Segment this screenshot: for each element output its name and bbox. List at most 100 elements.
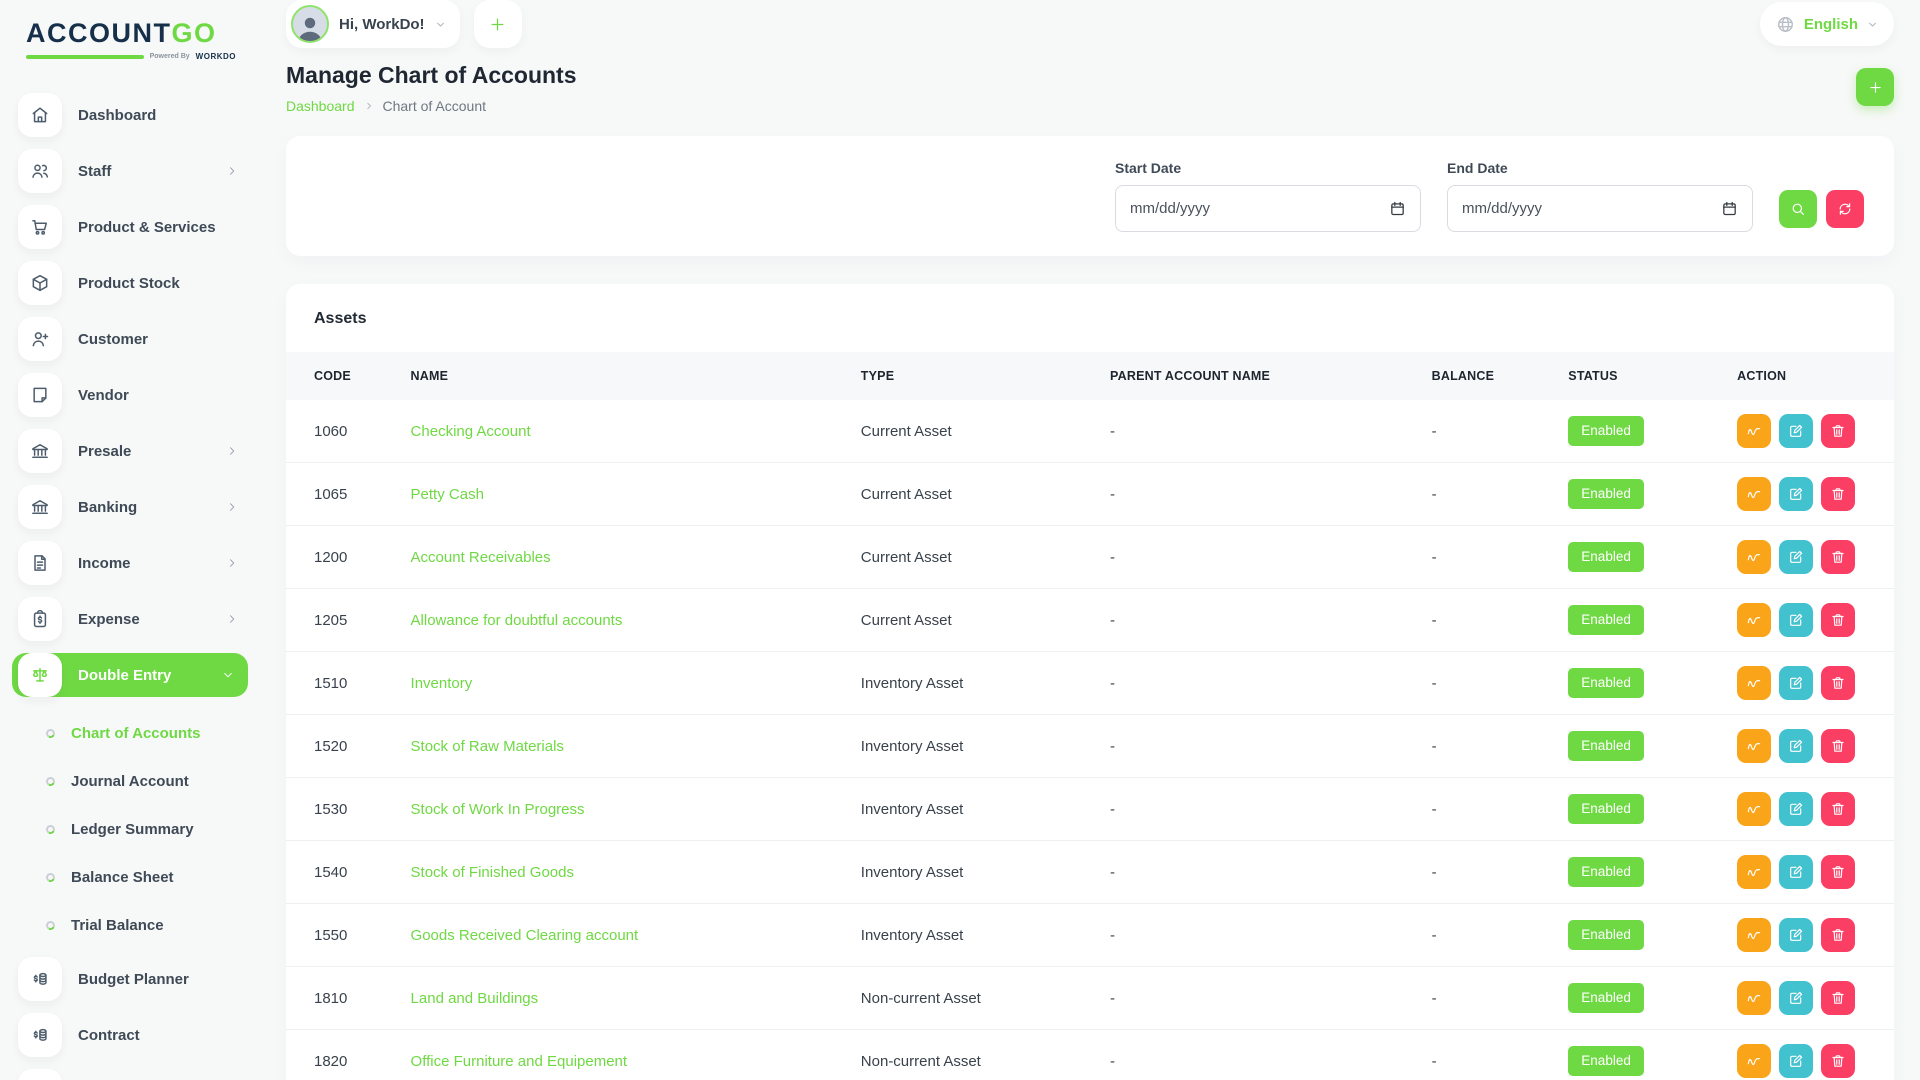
edit-button[interactable]: [1779, 981, 1813, 1015]
edit-button[interactable]: [1779, 918, 1813, 952]
transactions-button[interactable]: [1737, 1044, 1771, 1078]
transactions-button[interactable]: [1737, 540, 1771, 574]
section-title: Assets: [286, 310, 1894, 328]
delete-button[interactable]: [1821, 540, 1855, 574]
account-name-link[interactable]: Inventory: [411, 675, 473, 692]
sidebar-item-product-services[interactable]: Product & Services: [12, 205, 248, 249]
sidebar-item-vendor[interactable]: Vendor: [12, 373, 248, 417]
user-menu[interactable]: Hi, WorkDo!: [286, 0, 460, 48]
transactions-button[interactable]: [1737, 603, 1771, 637]
account-name-link[interactable]: Checking Account: [411, 423, 531, 440]
language-selector[interactable]: English: [1760, 2, 1894, 46]
sidebar-item-product-stock[interactable]: Product Stock: [12, 261, 248, 305]
account-name-link[interactable]: Account Receivables: [411, 549, 551, 566]
end-date-label: End Date: [1447, 160, 1753, 176]
quick-add-button[interactable]: [474, 0, 522, 48]
edit-button[interactable]: [1779, 855, 1813, 889]
edit-button[interactable]: [1779, 603, 1813, 637]
transactions-button[interactable]: [1737, 477, 1771, 511]
sidebar-subitem-label: Journal Account: [71, 773, 189, 790]
delete-button[interactable]: [1821, 603, 1855, 637]
row-actions: [1737, 855, 1882, 889]
sidebar-item-dashboard[interactable]: Dashboard: [12, 93, 248, 137]
row-actions: [1737, 918, 1882, 952]
sidebar-item-budget-planner[interactable]: Budget Planner: [12, 957, 248, 1001]
account-name-link[interactable]: Stock of Finished Goods: [411, 864, 574, 881]
calendar-icon[interactable]: [1389, 200, 1406, 217]
account-name-link[interactable]: Allowance for doubtful accounts: [411, 612, 623, 629]
delete-button[interactable]: [1821, 414, 1855, 448]
breadcrumb-dashboard-link[interactable]: Dashboard: [286, 98, 355, 114]
transactions-button[interactable]: [1737, 666, 1771, 700]
cell-code: 1205: [286, 589, 399, 652]
sidebar-subitem-chart-of-accounts[interactable]: Chart of Accounts: [12, 709, 248, 757]
edit-icon: [1788, 1053, 1804, 1069]
sidebar-item-tile: [18, 957, 62, 1001]
start-date-input[interactable]: mm/dd/yyyy: [1115, 185, 1421, 232]
sidebar-subitem-trial-balance[interactable]: Trial Balance: [12, 901, 248, 949]
edit-button[interactable]: [1779, 666, 1813, 700]
account-name-link[interactable]: Stock of Work In Progress: [411, 801, 585, 818]
brand-logo[interactable]: ACCOUNTGO Powered By WORKDO: [0, 14, 260, 61]
status-badge: Enabled: [1568, 731, 1644, 761]
filter-card: Start Date mm/dd/yyyy End Date mm/dd/yyy…: [286, 136, 1894, 256]
reset-button[interactable]: [1826, 190, 1864, 228]
powered-brand-label: WORKDO: [196, 52, 236, 61]
sidebar-item-partial: [12, 1069, 248, 1080]
edit-button[interactable]: [1779, 414, 1813, 448]
wave-icon: [1746, 801, 1762, 817]
account-name-link[interactable]: Petty Cash: [411, 486, 484, 503]
edit-button[interactable]: [1779, 477, 1813, 511]
account-name-link[interactable]: Stock of Raw Materials: [411, 738, 564, 755]
edit-button[interactable]: [1779, 792, 1813, 826]
wave-icon: [1746, 612, 1762, 628]
globe-icon: [1776, 15, 1795, 34]
edit-icon: [1788, 549, 1804, 565]
delete-button[interactable]: [1821, 729, 1855, 763]
sidebar-item-income[interactable]: Income: [12, 541, 248, 585]
sidebar-subitem-ledger-summary[interactable]: Ledger Summary: [12, 805, 248, 853]
sidebar-item-presale[interactable]: Presale: [12, 429, 248, 473]
account-name-link[interactable]: Goods Received Clearing account: [411, 927, 639, 944]
sidebar-item-customer[interactable]: Customer: [12, 317, 248, 361]
delete-button[interactable]: [1821, 855, 1855, 889]
wave-icon: [1746, 423, 1762, 439]
delete-button[interactable]: [1821, 918, 1855, 952]
transactions-button[interactable]: [1737, 729, 1771, 763]
row-actions: [1737, 414, 1882, 448]
page-title: Manage Chart of Accounts: [286, 62, 577, 89]
language-label: English: [1804, 16, 1858, 33]
sidebar-subitem-journal-account[interactable]: Journal Account: [12, 757, 248, 805]
transactions-button[interactable]: [1737, 414, 1771, 448]
sidebar-item-banking[interactable]: Banking: [12, 485, 248, 529]
sidebar-item-contract[interactable]: Contract: [12, 1013, 248, 1057]
transactions-button[interactable]: [1737, 855, 1771, 889]
delete-button[interactable]: [1821, 792, 1855, 826]
sidebar-item-label: Income: [78, 555, 131, 572]
sidebar-item-expense[interactable]: Expense: [12, 597, 248, 641]
account-name-link[interactable]: Office Furniture and Equipement: [411, 1053, 628, 1070]
sidebar-subitem-balance-sheet[interactable]: Balance Sheet: [12, 853, 248, 901]
add-account-button[interactable]: [1856, 68, 1894, 106]
transactions-button[interactable]: [1737, 981, 1771, 1015]
transactions-button[interactable]: [1737, 918, 1771, 952]
note-icon: [30, 385, 50, 405]
account-name-link[interactable]: Land and Buildings: [411, 990, 539, 1007]
end-date-input[interactable]: mm/dd/yyyy: [1447, 185, 1753, 232]
search-button[interactable]: [1779, 190, 1817, 228]
edit-button[interactable]: [1779, 540, 1813, 574]
calendar-icon[interactable]: [1721, 200, 1738, 217]
cart-icon: [30, 217, 50, 237]
transactions-button[interactable]: [1737, 792, 1771, 826]
delete-button[interactable]: [1821, 1044, 1855, 1078]
delete-button[interactable]: [1821, 477, 1855, 511]
refresh-icon: [1837, 201, 1853, 217]
status-badge: Enabled: [1568, 479, 1644, 509]
sidebar-item-staff[interactable]: Staff: [12, 149, 248, 193]
sidebar-item-tile: [18, 373, 62, 417]
sidebar-item-double-entry[interactable]: Double Entry: [12, 653, 248, 697]
edit-button[interactable]: [1779, 729, 1813, 763]
edit-button[interactable]: [1779, 1044, 1813, 1078]
delete-button[interactable]: [1821, 666, 1855, 700]
delete-button[interactable]: [1821, 981, 1855, 1015]
